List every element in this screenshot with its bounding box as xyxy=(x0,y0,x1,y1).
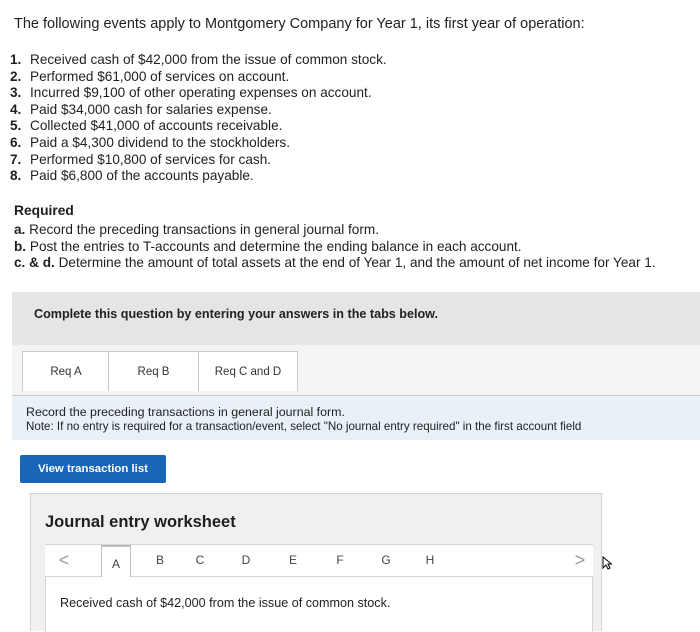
instruction-text: Record the preceding transactions in gen… xyxy=(26,405,345,419)
worksheet-step-h[interactable]: H xyxy=(415,553,445,575)
tab-req-a[interactable]: Req A xyxy=(22,351,110,391)
event-text: Received cash of $42,000 from the issue … xyxy=(30,52,387,67)
worksheet-step-c[interactable]: C xyxy=(185,553,215,575)
worksheet-step-a[interactable]: A xyxy=(101,545,131,579)
tab-req-c-and-d[interactable]: Req C and D xyxy=(198,351,298,391)
prev-arrow-icon[interactable]: < xyxy=(57,550,71,571)
tab-bar: Req A Req B Req C and D xyxy=(12,345,700,396)
event-number: 3. xyxy=(10,85,22,101)
event-number: 4. xyxy=(10,101,22,117)
required-label: a. xyxy=(14,222,26,237)
event-text: Performed $10,800 of services for cash. xyxy=(30,151,272,167)
transaction-description: Received cash of $42,000 from the issue … xyxy=(60,596,391,610)
worksheet-step-f[interactable]: F xyxy=(325,553,355,575)
worksheet-nav-strip: < A B C D E F G H > xyxy=(45,544,593,579)
next-arrow-icon[interactable]: > xyxy=(573,550,587,571)
event-text: Paid $34,000 cash for salaries expense. xyxy=(30,101,272,117)
worksheet-step-e[interactable]: E xyxy=(278,553,308,575)
event-text: Paid $6,800 of the accounts payable. xyxy=(30,168,254,184)
event-text: Collected $41,000 of accounts receivable… xyxy=(30,118,283,134)
event-item: 8. Paid $6,800 of the accounts payable. xyxy=(10,168,387,185)
required-label: c. & d. xyxy=(14,255,55,271)
required-label: b. xyxy=(14,238,27,254)
required-heading: Required xyxy=(14,203,74,218)
event-text: Performed $61,000 of services on account… xyxy=(30,68,290,84)
required-text: Determine the amount of total assets at … xyxy=(58,255,656,271)
event-item: 6. Paid a $4,300 dividend to the stockhol… xyxy=(10,135,387,152)
event-number: 7. xyxy=(10,151,22,167)
event-item: 4. Paid $34,000 cash for salaries expense… xyxy=(10,102,387,119)
worksheet-step-d[interactable]: D xyxy=(231,553,261,575)
instructions-panel: Record the preceding transactions in gen… xyxy=(12,396,700,440)
event-item: 1. Received cash of $42,000 from the issu… xyxy=(10,52,387,69)
event-number: 1. xyxy=(10,52,22,67)
events-list: 1. Received cash of $42,000 from the issu… xyxy=(10,52,387,185)
event-number: 2. xyxy=(10,68,22,84)
event-text: Incurred $9,100 of other operating expen… xyxy=(30,85,372,101)
required-text: Record the preceding transactions in gen… xyxy=(29,222,379,237)
worksheet-body: Received cash of $42,000 from the issue … xyxy=(45,577,593,632)
worksheet-title: Journal entry worksheet xyxy=(45,513,236,531)
worksheet-step-g[interactable]: G xyxy=(371,553,401,575)
worksheet-step-b[interactable]: B xyxy=(145,553,175,575)
event-item: 5. Collected $41,000 of accounts receivab… xyxy=(10,118,387,135)
complete-prompt: Complete this question by entering your … xyxy=(34,307,438,321)
event-item: 3. Incurred $9,100 of other operating exp… xyxy=(10,85,387,102)
required-item: c. & d. Determine the amount of total as… xyxy=(14,255,656,272)
event-item: 7. Performed $10,800 of services for cash… xyxy=(10,152,387,169)
required-item: b. Post the entries to T-accounts and de… xyxy=(14,239,656,256)
required-list: a. Record the preceding transactions in … xyxy=(14,222,656,272)
tab-req-b[interactable]: Req B xyxy=(108,351,199,391)
event-item: 2. Performed $61,000 of services on accou… xyxy=(10,69,387,86)
instruction-note: Note: If no entry is required for a tran… xyxy=(26,420,582,433)
event-text: Paid a $4,300 dividend to the stockholde… xyxy=(30,134,290,150)
intro-text: The following events apply to Montgomery… xyxy=(14,16,585,32)
event-number: 6. xyxy=(10,134,22,150)
mouse-cursor-icon xyxy=(602,556,612,570)
required-item: a. Record the preceding transactions in … xyxy=(14,222,656,239)
journal-entry-worksheet: Journal entry worksheet < A B C D E F G … xyxy=(30,493,602,632)
event-number: 5. xyxy=(10,118,22,134)
view-transaction-list-button[interactable]: View transaction list xyxy=(20,455,166,483)
complete-prompt-band: Complete this question by entering your … xyxy=(12,292,700,345)
event-number: 8. xyxy=(10,168,22,184)
required-text: Post the entries to T-accounts and deter… xyxy=(29,238,522,254)
